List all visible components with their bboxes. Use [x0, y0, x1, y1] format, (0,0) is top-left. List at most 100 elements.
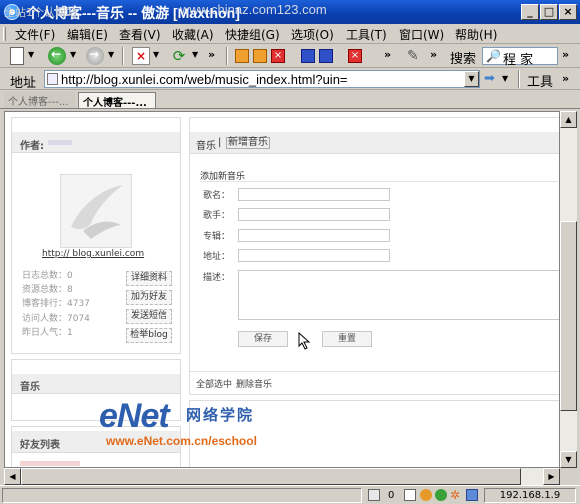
menu-options[interactable]: 选项(O)	[291, 26, 334, 43]
toolbar-overflow-icon[interactable]: »	[208, 48, 215, 61]
next-tab-icon[interactable]	[253, 49, 267, 63]
refresh-icon[interactable]: ⟳	[170, 47, 188, 65]
minimize-icon[interactable]: _	[521, 4, 539, 20]
music-header: 音乐	[12, 374, 180, 394]
scroll-down-icon[interactable]: ▼	[560, 451, 577, 468]
send-message-button[interactable]: 发送短信	[126, 309, 172, 324]
author-header: 作者:	[12, 132, 180, 153]
status-text-cell	[2, 488, 362, 503]
tools-label[interactable]: 工具	[527, 71, 553, 90]
singer-input[interactable]	[238, 208, 390, 221]
menu-groups[interactable]: 快捷组(G)	[225, 26, 280, 43]
close-all-icon[interactable]: ×	[348, 49, 362, 63]
gear-icon[interactable]: ✲	[450, 489, 462, 501]
security-icon[interactable]	[435, 489, 447, 501]
window-cascade-icon[interactable]	[319, 49, 333, 63]
horizontal-scroll-thumb[interactable]	[21, 468, 521, 485]
singer-label: 歌手：	[202, 211, 230, 221]
rss-icon[interactable]	[420, 489, 432, 501]
reset-button[interactable]: 重置	[322, 331, 372, 347]
bird-logo-icon	[71, 185, 123, 239]
toolbar-overflow-icon[interactable]: »	[562, 72, 569, 85]
page-viewport: 作者: http:// blog.xunlei.com 日志总数：0 资源总数：…	[4, 111, 560, 468]
back-icon[interactable]: ←	[48, 47, 66, 65]
page-status-icon[interactable]	[404, 489, 416, 501]
avatar[interactable]	[60, 174, 132, 248]
menu-help[interactable]: 帮助(H)	[455, 26, 497, 43]
url-input[interactable]	[238, 249, 390, 262]
toolbar-separator	[226, 47, 228, 65]
report-blog-button[interactable]: 检举blog	[126, 328, 172, 343]
chevron-down-icon[interactable]: ▼	[153, 50, 159, 59]
maximize-icon[interactable]: □	[540, 4, 558, 20]
menu-window[interactable]: 窗口(W)	[399, 26, 444, 43]
ip-address: 192.168.1.9	[499, 490, 561, 501]
network-icon[interactable]	[466, 489, 478, 501]
chevron-down-icon[interactable]: ▼	[108, 50, 114, 59]
scroll-right-icon[interactable]: ▶	[543, 468, 560, 485]
menu-file[interactable]: 文件(F)	[15, 26, 55, 43]
tab-music[interactable]: 音乐	[196, 137, 216, 152]
pen-icon[interactable]: ✎	[407, 47, 425, 65]
song-name-label: 歌名：	[202, 191, 230, 201]
blog-link[interactable]: http:// blog.xunlei.com	[42, 249, 144, 259]
toolbar-overflow-icon[interactable]: »	[384, 48, 391, 61]
forward-icon[interactable]: →	[86, 47, 104, 65]
vertical-scroll-thumb[interactable]	[560, 221, 577, 411]
tab-separator: |	[218, 137, 222, 148]
menu-view[interactable]: 查看(V)	[119, 26, 161, 43]
close-tab-icon[interactable]: ×	[271, 49, 285, 63]
menu-favorites[interactable]: 收藏(A)	[172, 26, 214, 43]
toolbar-overflow-icon[interactable]: »	[562, 48, 569, 61]
delete-music-link[interactable]: 删除音乐	[236, 377, 272, 390]
blocked-count: 0	[388, 490, 395, 501]
search-input[interactable]: 🔎 程 家	[482, 47, 558, 68]
main-panel: 音乐 | 新增音乐 添加新音乐 歌名： 歌手： 专辑： 地址： 描述： 保存 重…	[189, 117, 559, 395]
description-textarea[interactable]	[238, 270, 559, 320]
horizontal-scrollbar[interactable]: ◀ ▶	[4, 468, 560, 485]
stat-rank: 博客排行：4737	[22, 299, 90, 309]
prev-tab-icon[interactable]	[235, 49, 249, 63]
scroll-up-icon[interactable]: ▲	[560, 111, 577, 128]
toolbar-overflow-icon[interactable]: »	[430, 48, 437, 61]
scroll-corner	[560, 468, 577, 485]
toolbar-separator	[518, 70, 520, 88]
address-input[interactable]: http://blog.xunlei.com/web/music_index.h…	[44, 70, 480, 88]
profile-button[interactable]: 详细资料	[126, 271, 172, 286]
stop-icon[interactable]: ×	[132, 47, 150, 65]
author-name-blurred	[48, 140, 72, 145]
chevron-down-icon[interactable]: ▼	[70, 50, 76, 59]
chevron-down-icon[interactable]: ▼	[28, 50, 34, 59]
tab-add-music[interactable]: 新增音乐	[226, 137, 270, 149]
address-label: 地址	[10, 76, 37, 91]
friends-header-label: 好友列表	[20, 440, 60, 451]
stat-posts: 日志总数：0	[22, 271, 73, 281]
new-page-icon[interactable]	[10, 47, 24, 65]
scroll-left-icon[interactable]: ◀	[4, 468, 21, 485]
address-dropdown-icon[interactable]: ▼	[464, 71, 479, 87]
save-button[interactable]: 保存	[238, 331, 288, 347]
add-friend-button[interactable]: 加为好友	[126, 290, 172, 305]
friend-item-blurred[interactable]	[20, 461, 80, 466]
song-name-input[interactable]	[238, 188, 390, 201]
stat-yesterday: 昨日人气：1	[22, 328, 73, 338]
author-label: 作者:	[20, 141, 44, 152]
address-url: http://blog.xunlei.com/web/music_index.h…	[61, 72, 348, 87]
chevron-down-icon[interactable]: ▼	[502, 74, 508, 83]
close-icon[interactable]: ×	[559, 4, 577, 20]
menu-tools[interactable]: 工具(T)	[346, 26, 387, 43]
tab-blog-1[interactable]: 个人博客---...	[4, 92, 76, 108]
vertical-scrollbar[interactable]: ▲ ▼	[560, 111, 577, 468]
chevron-down-icon[interactable]: ▼	[192, 50, 198, 59]
tab-blog-2[interactable]: 个人博客---...	[78, 92, 156, 109]
popup-blocker-icon[interactable]	[368, 489, 380, 501]
mouse-cursor-icon	[298, 331, 312, 350]
album-input[interactable]	[238, 229, 390, 242]
select-all-link[interactable]: 全部选中	[196, 377, 232, 390]
menu-grip[interactable]	[3, 27, 6, 41]
window-tile-icon[interactable]	[301, 49, 315, 63]
music-tabs: 音乐 | 新增音乐	[190, 132, 559, 154]
menu-edit[interactable]: 编辑(E)	[67, 26, 108, 43]
site-watermark-top: www.chinaz.com123.com	[180, 2, 327, 17]
go-icon[interactable]: ➡	[484, 71, 498, 86]
